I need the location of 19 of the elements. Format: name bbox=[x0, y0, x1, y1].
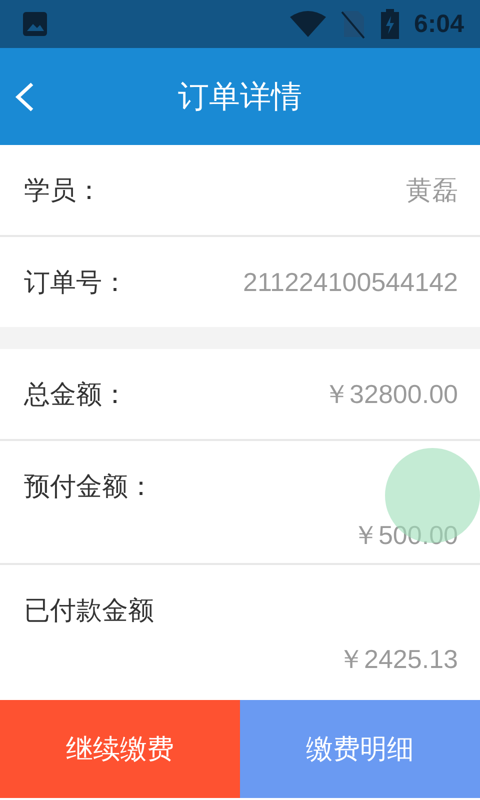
field-value: 黄磊 bbox=[406, 174, 458, 206]
details-button[interactable]: 缴费明细 bbox=[240, 700, 480, 798]
field-value: ￥32800.00 bbox=[324, 378, 458, 410]
field-label: 预付金额： bbox=[24, 470, 155, 503]
image-icon bbox=[22, 11, 48, 37]
wifi-icon bbox=[290, 11, 326, 37]
page-title: 订单详情 bbox=[178, 78, 302, 116]
field-label: 总金额： bbox=[24, 378, 128, 410]
field-value: ￥500.00 bbox=[352, 519, 458, 552]
battery-charging-icon bbox=[380, 9, 400, 39]
field-label: 订单号： bbox=[24, 266, 128, 298]
field-label: 学员： bbox=[24, 174, 102, 206]
no-sim-icon bbox=[340, 9, 366, 39]
field-value: ￥2425.13 bbox=[338, 643, 458, 676]
continue-pay-button[interactable]: 继续缴费 bbox=[0, 700, 240, 798]
back-icon[interactable] bbox=[14, 82, 36, 112]
status-time: 6:04 bbox=[414, 10, 464, 38]
field-value: 211224100544142 bbox=[243, 266, 458, 298]
field-label: 已付款金额 bbox=[24, 594, 155, 627]
